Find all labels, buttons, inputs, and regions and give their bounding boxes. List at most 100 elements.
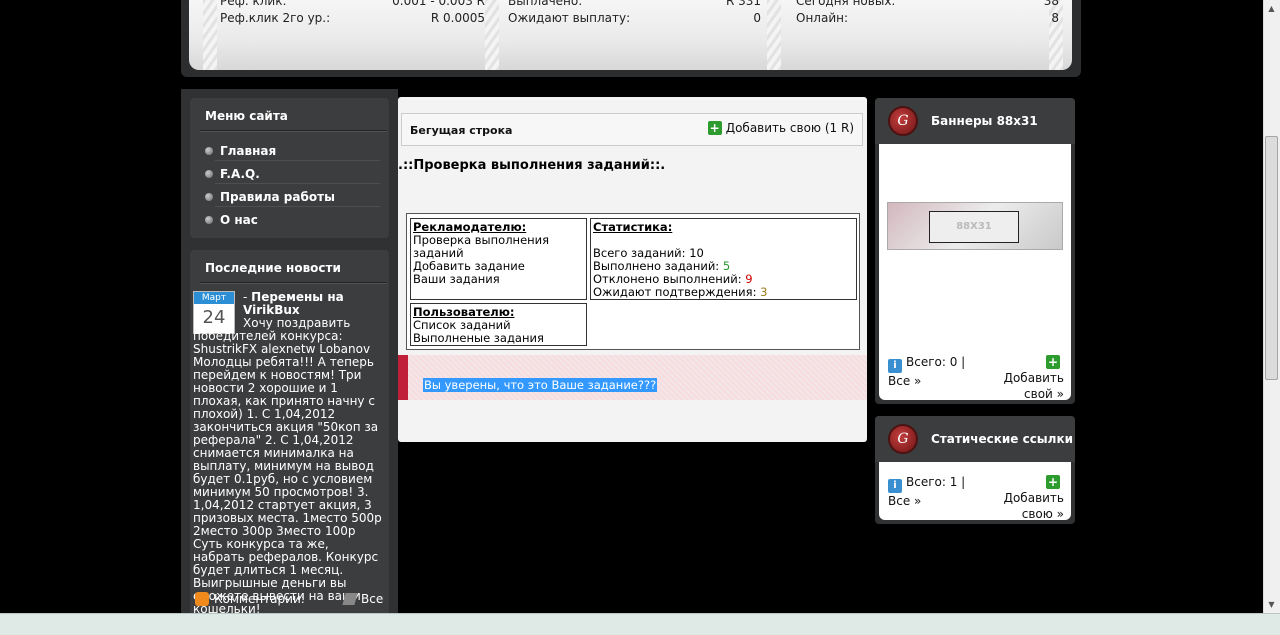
stat-value: 0.001 - 0.003 R <box>392 0 485 8</box>
banners-total-label: Всего: 0 | <box>906 355 966 369</box>
left-sidebar: Меню сайта Главная F.A.Q. Правила работы… <box>181 89 398 635</box>
static-links-total-label: Всего: 1 | <box>906 475 966 489</box>
advertiser-cell: Рекламодателю: Проверка выполнения задан… <box>410 218 587 300</box>
link-task-list[interactable]: Список заданий <box>413 318 511 332</box>
add-static-link-label: Добавить <box>1003 491 1064 505</box>
user-cell: Пользователю: Список заданий Выполненые … <box>410 303 587 346</box>
calendar-month: Март <box>194 292 234 304</box>
site-logo-icon: G <box>888 424 918 454</box>
banners-header: G Баннеры 88x31 <box>875 98 1075 144</box>
decor-stripe <box>203 0 217 70</box>
confirm-message: Вы уверены, что это Ваше задание??? <box>423 378 658 392</box>
divider <box>215 183 380 184</box>
link-my-tasks[interactable]: Ваши задания <box>413 272 500 286</box>
decor-stripe <box>767 0 781 70</box>
scrollbar-thumb[interactable] <box>1265 136 1278 380</box>
link-check-tasks[interactable]: Проверка выполнения заданий <box>413 233 549 260</box>
plus-icon: + <box>1046 355 1060 369</box>
site-stats-panel: Реф. клик: 0.001 - 0.003 R Реф.клик 2го … <box>189 0 1072 70</box>
info-icon: i <box>888 479 902 493</box>
menu-item-label: F.A.Q. <box>220 167 260 181</box>
static-links-title: Статические ссылки <box>931 432 1074 446</box>
menu-item-rules[interactable]: Правила работы <box>205 190 335 204</box>
stat-value: R 331 <box>725 0 761 8</box>
stat-label: Онлайн: <box>796 11 849 25</box>
advertiser-title: Рекламодателю: <box>413 220 527 234</box>
menu-item-home[interactable]: Главная <box>205 144 276 158</box>
banner-placeholder: 88X31 <box>929 211 1019 243</box>
divider <box>200 130 387 132</box>
stat-rejected-value: 9 <box>745 272 753 286</box>
stat-total-label: Всего заданий: <box>593 246 690 260</box>
banners-total: i Всего: 0 | Все » <box>888 354 965 389</box>
notepad-icon <box>342 593 358 605</box>
stat-pending-label: Ожидают подтверждения: <box>593 285 761 299</box>
news-headline-block: - Перемены на VirikBux <box>243 291 383 317</box>
static-links-box: G Статические ссылки i Всего: 1 | Все » +… <box>875 416 1075 524</box>
ticker-bar: Бегущая строка + Добавить свою (1 R) <box>401 113 863 146</box>
stat-value: 0 <box>753 11 761 25</box>
static-links-total: i Всего: 1 | Все » <box>888 474 965 509</box>
stat-label: Реф.клик 2го ур.: <box>220 11 331 25</box>
menu-item-label: О нас <box>220 213 258 227</box>
static-links-header: G Статические ссылки <box>875 416 1075 462</box>
news-title: Последние новости <box>205 261 341 275</box>
stat-ref-click: Реф. клик: 0.001 - 0.003 R <box>220 0 485 8</box>
stat-label: Выплачено: <box>508 0 583 8</box>
stat-value: 38 <box>1043 0 1059 8</box>
divider <box>215 160 380 161</box>
banner-88x31[interactable]: 88X31 <box>887 202 1063 250</box>
news-all-link[interactable]: Все <box>342 592 384 606</box>
info-icon: i <box>888 359 902 373</box>
stat-new-today: Сегодня новых: 38 <box>796 0 1059 8</box>
news-comments-link[interactable]: Комментарии: <box>195 592 305 606</box>
stat-paid: Выплачено: R 331 <box>508 0 761 8</box>
stat-total-value: 10 <box>689 246 704 260</box>
stat-label: Сегодня новых: <box>796 0 896 8</box>
menu-item-about[interactable]: О нас <box>205 213 258 227</box>
divider <box>215 206 380 207</box>
user-title: Пользователю: <box>413 305 515 319</box>
stat-label: Ожидают выплату: <box>508 11 631 25</box>
banners-all-link[interactable]: Все » <box>888 374 921 388</box>
news-headline[interactable]: Перемены на VirikBux <box>243 290 344 317</box>
comments-label: Комментарии: <box>214 592 305 606</box>
link-add-task[interactable]: Добавить задание <box>413 259 525 273</box>
stat-done-label: Выполнено заданий: <box>593 259 723 273</box>
scroll-up-icon[interactable]: ▲ <box>1263 0 1280 17</box>
all-news-label: Все <box>361 592 384 606</box>
bullet-icon <box>205 147 213 155</box>
stat-awaiting-payout: Ожидают выплату: 0 <box>508 11 761 25</box>
menu-item-label: Главная <box>220 144 277 158</box>
site-menu-title: Меню сайта <box>205 109 288 123</box>
scroll-down-icon[interactable]: ▼ <box>1263 596 1280 613</box>
status-bar <box>0 613 1280 635</box>
site-logo-icon: G <box>888 106 918 136</box>
site-menu-box: Меню сайта Главная F.A.Q. Правила работы… <box>190 98 389 238</box>
stat-ref-click-2: Реф.клик 2го ур.: R 0.0005 <box>220 11 485 25</box>
comment-icon <box>195 592 209 606</box>
task-panel: Рекламодателю: Проверка выполнения задан… <box>406 213 860 350</box>
add-banner-label-2: свой » <box>1024 387 1064 401</box>
menu-item-label: Правила работы <box>220 190 335 204</box>
news-dash: - <box>243 290 252 304</box>
static-links-all-link[interactable]: Все » <box>888 494 921 508</box>
stat-value: 8 <box>1051 11 1059 25</box>
alert-marker <box>398 355 408 400</box>
add-banner-button[interactable]: + Добавить свой » <box>987 354 1064 402</box>
page-title: .::Проверка выполнения заданий::. <box>398 158 666 173</box>
decor-stripe <box>485 0 499 70</box>
menu-item-faq[interactable]: F.A.Q. <box>205 167 260 181</box>
banners-title: Баннеры 88x31 <box>931 114 1038 128</box>
link-completed-tasks[interactable]: Выполненые задания <box>413 331 544 345</box>
confirm-alert: Вы уверены, что это Ваше задание??? <box>398 355 867 400</box>
add-ticker-label: Добавить свою (1 R) <box>725 121 854 135</box>
stats-cell: Статистика: Всего заданий: 10 Выполнено … <box>590 218 857 300</box>
bullet-icon <box>205 193 213 201</box>
bullet-icon <box>205 216 213 224</box>
stat-online: Онлайн: 8 <box>796 11 1059 25</box>
add-ticker-button[interactable]: + Добавить свою (1 R) <box>707 121 854 135</box>
add-static-link-button[interactable]: + Добавить свою » <box>987 474 1064 522</box>
stat-done-value: 5 <box>722 259 731 273</box>
stat-rejected-label: Отклонено выполнений: <box>593 272 746 286</box>
